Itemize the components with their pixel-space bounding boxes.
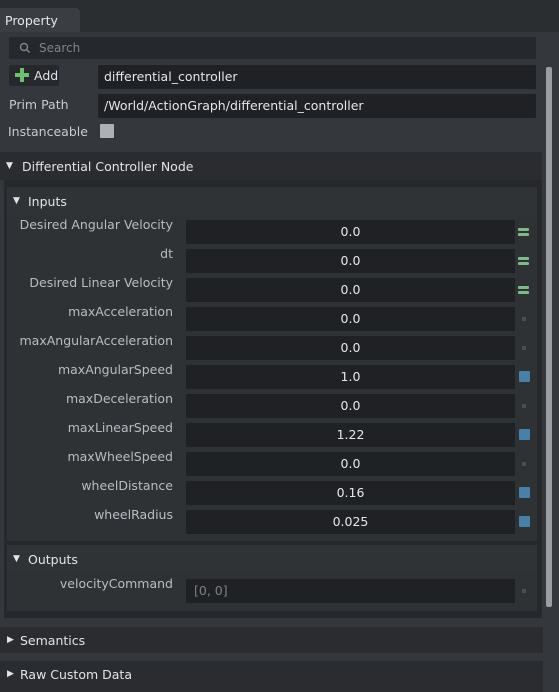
attribute-value-field[interactable]: 0.0 [186, 278, 515, 302]
attribute-value: 0.0 [340, 340, 361, 355]
expand-triangle-icon: ▶ [7, 669, 14, 679]
add-button-label: Add [34, 68, 59, 83]
attribute-value: 1.0 [340, 369, 361, 384]
prim-name-value: differential_controller [104, 69, 238, 84]
attribute-value-field[interactable]: 0.0 [186, 249, 515, 273]
attribute-value: 0.0 [340, 253, 361, 268]
attribute-label: Desired Angular Velocity [19, 217, 173, 232]
attribute-value: 0.0 [340, 224, 361, 239]
authored-value-icon[interactable] [519, 487, 530, 498]
tab-property-label: Property [5, 13, 58, 28]
attribute-value: 0.025 [332, 514, 369, 529]
connection-icon[interactable] [518, 257, 529, 267]
collapse-triangle-icon: ▼ [13, 554, 20, 564]
attribute-label: Desired Linear Velocity [29, 275, 173, 290]
authored-value-icon[interactable] [519, 429, 530, 440]
prim-name-field[interactable]: differential_controller [98, 65, 536, 89]
attribute-label: maxDeceleration [65, 391, 173, 406]
attribute-label: maxLinearSpeed [67, 420, 173, 435]
section-header-differential-controller[interactable]: ▼ Differential Controller Node [0, 152, 542, 180]
authored-value-icon[interactable] [519, 516, 530, 527]
attribute-value: 0.16 [336, 485, 365, 500]
tab-strip [80, 8, 559, 32]
attribute-value-field[interactable]: 1.0 [186, 365, 515, 389]
subsection-header-inputs[interactable]: ▼ Inputs [7, 188, 537, 214]
attribute-label: wheelDistance [81, 478, 173, 493]
collapse-triangle-icon: ▼ [13, 196, 20, 206]
default-value-icon[interactable] [522, 404, 526, 408]
expand-triangle-icon: ▶ [7, 635, 14, 645]
search-input[interactable]: Search [9, 37, 536, 59]
default-value-icon[interactable] [522, 317, 526, 321]
attribute-label: maxAcceleration [68, 304, 173, 319]
attribute-label: maxAngularAcceleration [19, 333, 173, 348]
connection-icon[interactable] [518, 228, 529, 238]
attribute-value-field[interactable]: 1.22 [186, 423, 515, 447]
attribute-label: velocityCommand [59, 576, 173, 591]
attribute-label: maxAngularSpeed [57, 362, 173, 377]
section-header-raw-custom-data[interactable]: ▶ Raw Custom Data [0, 661, 543, 692]
default-value-icon[interactable] [522, 589, 526, 593]
attribute-label: wheelRadius [94, 507, 173, 522]
attribute-value-field[interactable]: 0.0 [186, 452, 515, 476]
attribute-value: 1.22 [336, 427, 365, 442]
section-title: Semantics [20, 633, 86, 648]
attribute-value-field[interactable]: 0.0 [186, 336, 515, 360]
prim-path-value: /World/ActionGraph/differential_controll… [104, 98, 364, 113]
attribute-value: [0, 0] [194, 583, 228, 598]
vertical-scrollbar[interactable] [546, 67, 552, 607]
instanceable-label: Instanceable [8, 124, 88, 139]
attribute-label: maxWheelSpeed [67, 449, 173, 464]
default-value-icon[interactable] [522, 462, 526, 466]
attribute-value-field[interactable]: 0.0 [186, 307, 515, 331]
collapse-triangle-icon: ▼ [6, 161, 13, 171]
connection-icon[interactable] [518, 286, 529, 296]
section-title: Differential Controller Node [22, 159, 194, 174]
add-button[interactable]: Add [9, 65, 59, 86]
subsection-header-outputs[interactable]: ▼ Outputs [7, 546, 537, 572]
section-title: Raw Custom Data [20, 667, 132, 682]
authored-value-icon[interactable] [519, 371, 530, 382]
attribute-value: 0.0 [340, 282, 361, 297]
attribute-label: dt [160, 246, 173, 261]
subsection-title: Inputs [28, 194, 67, 209]
window-top-bar [0, 0, 559, 8]
search-icon [19, 42, 31, 57]
prim-path-label: Prim Path [9, 97, 69, 112]
default-value-icon[interactable] [522, 346, 526, 350]
attribute-value-field[interactable]: 0.0 [186, 220, 515, 244]
prim-path-field[interactable]: /World/ActionGraph/differential_controll… [98, 94, 536, 118]
attribute-readonly-field: [0, 0] [186, 579, 515, 603]
plus-icon [14, 67, 30, 86]
subsection-title: Outputs [28, 552, 78, 567]
attribute-value-field[interactable]: 0.0 [186, 394, 515, 418]
search-placeholder: Search [39, 41, 81, 55]
attribute-value: 0.0 [340, 311, 361, 326]
attribute-value: 0.0 [340, 456, 361, 471]
section-header-semantics[interactable]: ▶ Semantics [0, 627, 543, 653]
attribute-value-field[interactable]: 0.16 [186, 481, 515, 505]
tab-property[interactable]: Property [0, 8, 80, 32]
instanceable-checkbox[interactable] [100, 124, 114, 138]
attribute-value: 0.0 [340, 398, 361, 413]
attribute-value-field[interactable]: 0.025 [186, 510, 515, 534]
